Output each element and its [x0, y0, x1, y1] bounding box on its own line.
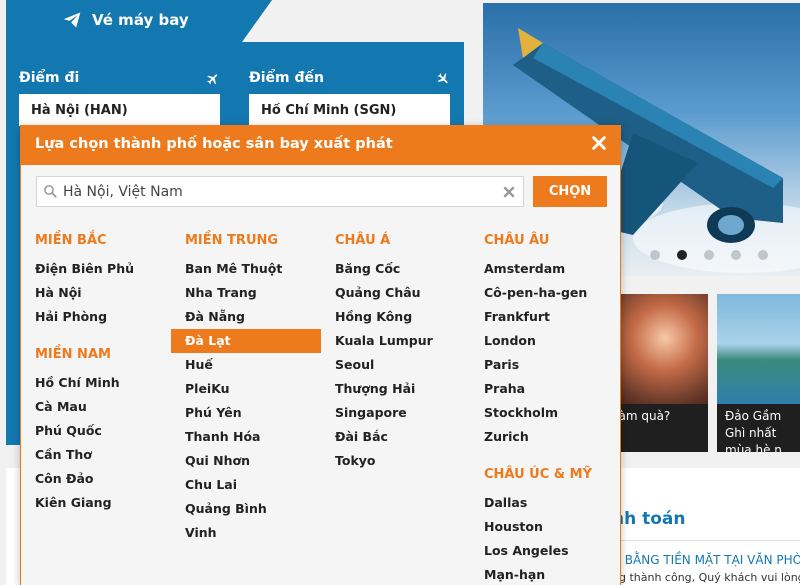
city-option[interactable]: Đà Nẵng — [171, 305, 321, 329]
city-option[interactable]: Qui Nhơn — [171, 449, 321, 473]
city-option[interactable]: Frankfurt — [470, 305, 620, 329]
city-option[interactable]: Thượng Hải — [321, 377, 471, 401]
city-option[interactable]: Seoul — [321, 353, 471, 377]
city-option[interactable]: Praha — [470, 377, 620, 401]
city-option[interactable]: Mạn-hạn — [470, 563, 620, 585]
to-label: Điểm đến — [249, 70, 324, 86]
region-heading: MIỀN BẮC — [35, 233, 107, 248]
city-option[interactable]: Huế — [171, 353, 321, 377]
city-search-input[interactable] — [63, 180, 493, 204]
city-picker-header: Lựa chọn thành phố hoặc sân bay xuất phá… — [21, 125, 620, 165]
departure-plane-icon — [207, 74, 218, 85]
city-search-box — [36, 176, 524, 207]
news-card[interactable]: Đảo Gầm Ghì nhất mùa hè n — [717, 294, 800, 452]
region-heading: CHÂU ÂU — [484, 233, 550, 248]
city-option[interactable]: Phú Yên — [171, 401, 321, 425]
slider-dot[interactable] — [704, 250, 714, 260]
city-option[interactable]: Điện Biên Phủ — [21, 257, 171, 281]
city-option[interactable]: Ban Mê Thuột — [171, 257, 321, 281]
slider-dot[interactable] — [731, 250, 741, 260]
region-heading: MIỀN TRUNG — [185, 233, 279, 248]
search-icon — [44, 185, 57, 198]
city-option[interactable]: Hà Nội — [21, 281, 171, 305]
close-icon[interactable] — [590, 134, 608, 152]
payment-body: ng thành công, Quý khách vui lòng — [612, 571, 800, 584]
city-picker-dropdown: Lựa chọn thành phố hoặc sân bay xuất phá… — [20, 125, 621, 585]
flight-tab-label: Vé máy bay — [92, 11, 189, 29]
city-option[interactable]: Vinh — [171, 521, 321, 545]
city-option[interactable]: Kuala Lumpur — [321, 329, 471, 353]
to-input[interactable] — [249, 94, 450, 126]
clear-icon[interactable] — [503, 186, 515, 198]
payment-title: nh toán — [612, 509, 686, 529]
payment-divider — [612, 540, 800, 541]
flight-tab-edge — [242, 0, 272, 42]
city-option[interactable]: Amsterdam — [470, 257, 620, 281]
city-option[interactable]: Băng Cốc — [321, 257, 471, 281]
city-option-selected[interactable]: Đà Lạt — [171, 329, 321, 353]
city-option[interactable]: Hồ Chí Minh — [21, 371, 171, 395]
city-option[interactable]: Quảng Châu — [321, 281, 471, 305]
city-picker-title: Lựa chọn thành phố hoặc sân bay xuất phá… — [35, 136, 393, 152]
city-option[interactable]: Hải Phòng — [21, 305, 171, 329]
from-input[interactable] — [19, 94, 220, 126]
city-option[interactable]: PleiKu — [171, 377, 321, 401]
choose-button[interactable]: CHỌN — [533, 176, 607, 207]
city-option[interactable]: Chu Lai — [171, 473, 321, 497]
region-heading: MIỀN NAM — [35, 347, 111, 362]
arrival-plane-icon — [437, 73, 448, 84]
city-option[interactable]: Đài Bắc — [321, 425, 471, 449]
city-option[interactable]: Phú Quốc — [21, 419, 171, 443]
city-option[interactable]: Paris — [470, 353, 620, 377]
city-option[interactable]: Kiên Giang — [21, 491, 171, 515]
city-option[interactable]: Dallas — [470, 491, 620, 515]
news-card-title: Đảo Gầm Ghì nhất mùa hè n — [717, 404, 800, 452]
city-option[interactable]: Cần Thơ — [21, 443, 171, 467]
city-option[interactable]: Stockholm — [470, 401, 620, 425]
city-option[interactable]: Singapore — [321, 401, 471, 425]
city-option[interactable]: Thanh Hóa — [171, 425, 321, 449]
city-option[interactable]: Côn Đảo — [21, 467, 171, 491]
city-option[interactable]: Nha Trang — [171, 281, 321, 305]
city-option[interactable]: Cà Mau — [21, 395, 171, 419]
news-card-image — [717, 294, 800, 404]
slider-dot-active[interactable] — [677, 250, 687, 260]
city-column: CHÂU Á Băng Cốc Quảng Châu Hồng Kông Kuala L… — [335, 233, 471, 473]
payment-heading: N BẰNG TIỀN MẶT TẠI VĂN PHÒN — [612, 553, 800, 567]
slider-dot[interactable] — [758, 250, 768, 260]
city-option[interactable]: London — [470, 329, 620, 353]
city-column: CHÂU ÂU Amsterdam Cô-pen-ha-gen Frankfurt Lo… — [484, 233, 620, 585]
city-option[interactable]: Houston — [470, 515, 620, 539]
city-option[interactable]: Hồng Kông — [321, 305, 471, 329]
region-heading: CHÂU Á — [335, 233, 391, 248]
city-column: MIỀN BẮC Điện Biên Phủ Hà Nội Hải Phòng MIỀN… — [35, 233, 171, 515]
from-label: Điểm đi — [19, 70, 80, 86]
paper-plane-icon — [63, 12, 81, 28]
slider-dot[interactable] — [650, 250, 660, 260]
region-heading: CHÂU ÚC & MỸ — [484, 467, 592, 482]
city-option[interactable]: Quảng Bình — [171, 497, 321, 521]
city-option[interactable]: Tokyo — [321, 449, 471, 473]
city-column: MIỀN TRUNG Ban Mê Thuột Nha Trang Đà Nẵng Đà… — [171, 233, 321, 545]
city-option[interactable]: Cô-pen-ha-gen — [470, 281, 620, 305]
city-option[interactable]: Los Angeles — [470, 539, 620, 563]
city-option[interactable]: Zurich — [470, 425, 620, 449]
flight-tab-title[interactable]: Vé máy bay — [62, 10, 189, 30]
slider-dots — [650, 250, 768, 260]
